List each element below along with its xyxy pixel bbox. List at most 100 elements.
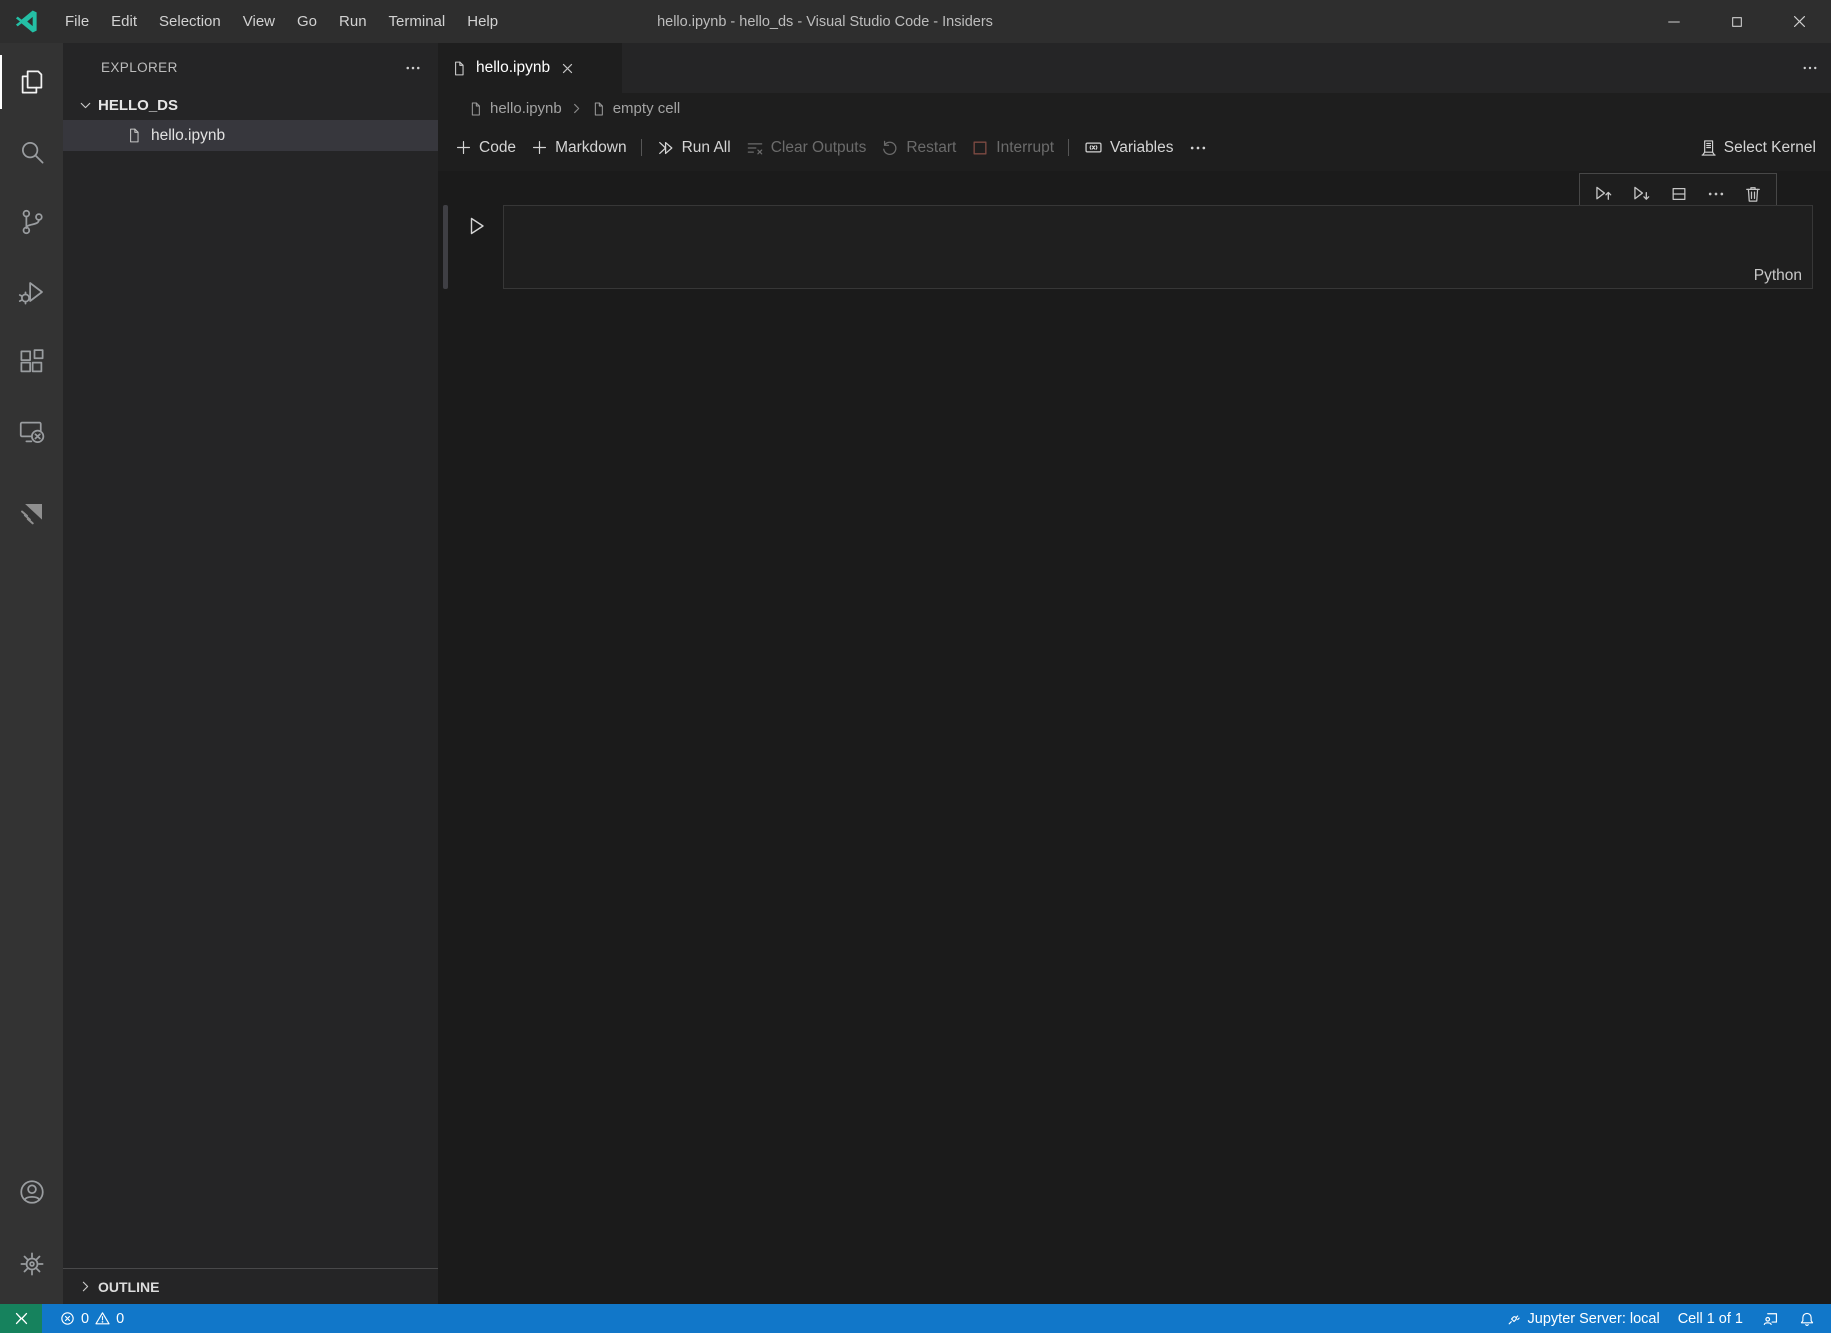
execute-above-button[interactable] — [1593, 183, 1614, 204]
activity-run-debug[interactable] — [0, 257, 63, 327]
remote-indicator[interactable] — [0, 1304, 42, 1333]
menu-selection[interactable]: Selection — [148, 0, 232, 43]
explorer-sidebar: EXPLORER HELLO_DS hello.ipynb OUTLINE — [63, 43, 438, 1304]
main-area: EXPLORER HELLO_DS hello.ipynb OUTLINE he… — [0, 43, 1831, 1304]
select-kernel-button[interactable]: Select Kernel — [1691, 132, 1823, 164]
notifications-button[interactable] — [1789, 1304, 1825, 1333]
menu-help[interactable]: Help — [456, 0, 509, 43]
breadcrumb-separator-icon — [569, 101, 584, 116]
run-all-icon — [658, 141, 673, 154]
activity-bar-top — [0, 43, 63, 549]
account-button[interactable] — [0, 1160, 63, 1224]
variables-icon — [1085, 142, 1102, 153]
status-bar: 0 0 Jupyter Server: local Cell 1 of 1 — [0, 1304, 1831, 1333]
clear-outputs-button[interactable]: Clear Outputs — [738, 132, 874, 164]
editor-more-actions-button[interactable] — [1801, 43, 1819, 93]
extensions-icon — [20, 349, 43, 373]
add-markdown-cell-button[interactable]: Markdown — [523, 132, 634, 164]
file-icon — [455, 61, 464, 75]
activity-bar-bottom — [0, 1160, 63, 1304]
menu-bar: File Edit Selection View Go Run Terminal… — [54, 0, 509, 43]
paper-plane-extension-icon — [20, 504, 42, 525]
status-bar-right: Jupyter Server: local Cell 1 of 1 — [1497, 1304, 1825, 1333]
problems-indicator[interactable]: 0 0 — [50, 1304, 133, 1333]
restart-button[interactable]: Restart — [873, 132, 963, 164]
split-cell-button[interactable] — [1669, 184, 1689, 204]
settings-gear-icon — [20, 1252, 43, 1276]
close-window-button[interactable] — [1768, 0, 1831, 43]
close-icon — [1793, 15, 1806, 28]
more-actions-icon — [1708, 192, 1724, 195]
tab-hello-ipynb[interactable]: hello.ipynb — [438, 43, 622, 93]
warning-count: 0 — [116, 1310, 125, 1327]
menu-view[interactable]: View — [232, 0, 286, 43]
more-actions-icon — [1190, 146, 1205, 149]
activity-source-control[interactable] — [0, 187, 63, 257]
file-icon — [471, 102, 480, 115]
tree-folder-hello-ds[interactable]: HELLO_DS — [63, 90, 438, 120]
run-debug-icon — [18, 282, 43, 305]
activity-extra-extension[interactable] — [0, 479, 63, 549]
restart-icon — [883, 140, 897, 155]
explorer-more-actions-button[interactable] — [404, 59, 422, 77]
tree-file-hello-ipynb[interactable]: hello.ipynb — [63, 120, 438, 151]
file-icon — [130, 128, 139, 143]
delete-cell-button[interactable] — [1743, 184, 1763, 204]
feedback-button[interactable] — [1752, 1304, 1789, 1333]
error-icon — [61, 1312, 74, 1325]
execute-below-icon — [1634, 186, 1650, 200]
tab-bar: hello.ipynb — [438, 43, 1831, 93]
minimize-icon — [1667, 20, 1680, 23]
tab-label: hello.ipynb — [476, 59, 551, 76]
remote-icon — [15, 1312, 27, 1325]
minimize-button[interactable] — [1642, 0, 1705, 43]
sidebar-title: EXPLORER — [101, 60, 178, 75]
kernel-icon — [1701, 139, 1716, 156]
activity-extensions[interactable] — [0, 327, 63, 397]
cell-position-indicator[interactable]: Cell 1 of 1 — [1669, 1304, 1752, 1333]
notebook-cell: Python — [438, 205, 1831, 289]
status-bar-left: 0 0 — [50, 1304, 133, 1333]
cell-run-area — [448, 205, 503, 289]
more-actions-icon — [406, 66, 420, 69]
run-all-button[interactable]: Run All — [649, 132, 738, 164]
run-cell-button[interactable] — [464, 214, 488, 238]
error-count: 0 — [81, 1310, 90, 1327]
menu-file[interactable]: File — [54, 0, 100, 43]
files-explorer-icon — [21, 70, 42, 94]
window-controls — [1642, 0, 1831, 43]
maximize-icon — [1731, 16, 1742, 27]
warning-icon — [95, 1312, 110, 1325]
interrupt-button[interactable]: Interrupt — [963, 132, 1061, 164]
menu-run[interactable]: Run — [328, 0, 378, 43]
activity-explorer[interactable] — [0, 47, 63, 117]
settings-button[interactable] — [0, 1232, 63, 1296]
menu-edit[interactable]: Edit — [100, 0, 148, 43]
cell-code-editor[interactable]: Python — [503, 205, 1813, 289]
variables-button[interactable]: Variables — [1076, 132, 1180, 164]
source-control-icon — [22, 209, 43, 235]
notebook-toolbar: Code Markdown Run All Clear Outputs Rest… — [438, 124, 1831, 171]
cell-language-picker[interactable]: Python — [1754, 267, 1802, 285]
jupyter-server-indicator[interactable]: Jupyter Server: local — [1497, 1304, 1669, 1333]
toolbar-separator — [640, 139, 642, 156]
breadcrumb-cell[interactable]: empty cell — [591, 100, 680, 117]
activity-remote-explorer[interactable] — [0, 397, 63, 467]
bell-icon — [1800, 1312, 1814, 1326]
menu-terminal[interactable]: Terminal — [378, 0, 457, 43]
maximize-button[interactable] — [1705, 0, 1768, 43]
notebook-more-actions-button[interactable] — [1181, 132, 1215, 164]
breadcrumb: hello.ipynb empty cell — [438, 93, 1831, 124]
interrupt-stop-icon — [973, 141, 987, 154]
menu-go[interactable]: Go — [286, 0, 328, 43]
tab-close-button[interactable] — [558, 59, 577, 78]
folder-label: HELLO_DS — [98, 96, 179, 114]
cell-more-actions-button[interactable] — [1706, 184, 1726, 204]
breadcrumb-file[interactable]: hello.ipynb — [468, 100, 562, 117]
outline-section[interactable]: OUTLINE — [63, 1268, 438, 1304]
execute-below-button[interactable] — [1631, 183, 1652, 204]
outline-label: OUTLINE — [98, 1278, 160, 1295]
activity-search[interactable] — [0, 117, 63, 187]
add-code-cell-button[interactable]: Code — [447, 132, 523, 164]
chevron-down-icon — [80, 102, 91, 108]
